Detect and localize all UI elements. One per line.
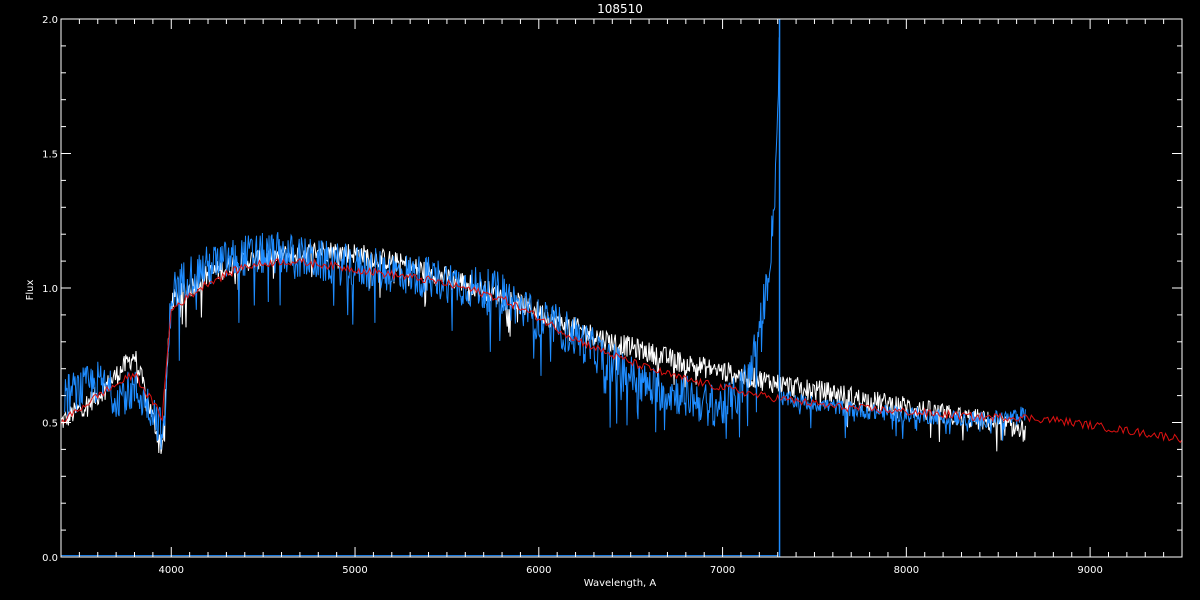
- series-line-1: [64, 37, 780, 450]
- plot-frame: [60, 18, 1183, 558]
- y-axis-label: Flux: [25, 280, 36, 301]
- y-tick-label: 1.0: [42, 284, 58, 295]
- x-tick-label: 6000: [526, 565, 551, 576]
- x-tick-label: 8000: [894, 565, 919, 576]
- y-tick-label: 2.0: [42, 15, 58, 26]
- series-layer: [60, 19, 1183, 557]
- y-tick-label: 1.5: [42, 150, 58, 161]
- y-tick-label: 0.0: [42, 553, 58, 564]
- x-tick-label: 7000: [710, 565, 735, 576]
- x-tick-label: 9000: [1077, 565, 1102, 576]
- spectrum-chart: 108510 4000 5000 6000 7000 8000 9000 0.0 0.5 1.0…: [25, 2, 1183, 589]
- x-tick-label: 4000: [159, 565, 184, 576]
- y-tick-label: 0.5: [42, 419, 58, 430]
- x-tick-label: 5000: [342, 565, 367, 576]
- series-line-0: [60, 242, 1026, 454]
- chart-title: 108510: [597, 2, 643, 16]
- x-axis-label: Wavelength, A: [584, 578, 657, 589]
- ticks-layer: 4000 5000 6000 7000 8000 9000 0.0 0.5 1.0 1.5 2.0: [42, 15, 1183, 576]
